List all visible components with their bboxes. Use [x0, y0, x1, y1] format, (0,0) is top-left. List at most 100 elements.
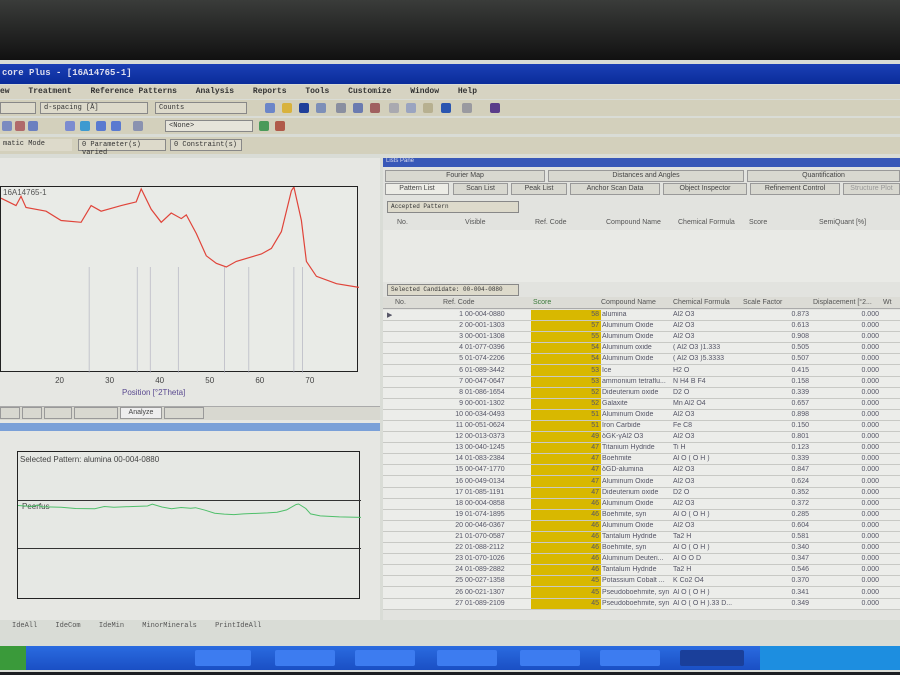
table-row[interactable]: 19 01-074-1895 46 Boehmite, syn Al O ( O H )… — [383, 510, 900, 521]
col-2[interactable]: Score — [533, 299, 551, 306]
tool-icon[interactable] — [133, 121, 143, 131]
col-ref-code[interactable]: Ref. Code — [535, 219, 567, 226]
accepted-list[interactable] — [383, 230, 900, 282]
menu-analysis[interactable]: Analysis — [196, 87, 234, 96]
tool-icon[interactable] — [15, 121, 25, 131]
tool-icon[interactable] — [80, 121, 90, 131]
scan-plot[interactable]: 16A14765-1 — [0, 186, 359, 373]
menu-view[interactable]: ew — [0, 87, 10, 96]
menu-window[interactable]: Window — [410, 87, 439, 96]
ide-com-button[interactable]: IdeCom — [55, 622, 80, 630]
table-row[interactable]: 22 01-088-2112 46 Boehmite, syn Al O ( O H )… — [383, 543, 900, 555]
taskbar-item[interactable] — [195, 650, 251, 666]
table-row[interactable]: 24 01-089-2882 46 Tantalum Hydride Ta2 H 0.54… — [383, 565, 900, 577]
taskbar-item[interactable] — [520, 650, 580, 666]
view-tab[interactable] — [74, 407, 118, 419]
save-all-icon[interactable] — [316, 103, 326, 113]
pattern-panel[interactable]: Selected Pattern: alumina 00-004-0880 Pe… — [17, 451, 361, 599]
col-formula[interactable]: Chemical Formula — [678, 219, 735, 226]
dspacing-field[interactable]: d-spacing [Å] — [40, 102, 148, 114]
col-1[interactable]: Ref. Code — [443, 299, 475, 306]
view-tab[interactable] — [164, 407, 204, 419]
table-row[interactable]: 18 00-004-0858 46 Aluminum Oxide Al2 O3 0.372… — [383, 499, 900, 510]
tab-distances-angles[interactable]: Distances and Angles — [548, 170, 744, 182]
ide-min-button[interactable]: IdeMin — [99, 622, 124, 630]
tab-anchor-scan-data[interactable]: Anchor Scan Data — [570, 183, 660, 195]
tab-fourier-map[interactable]: Fourier Map — [385, 170, 545, 182]
tool-icon[interactable] — [111, 121, 121, 131]
start-button[interactable] — [0, 646, 26, 670]
print-icon[interactable] — [336, 103, 346, 113]
minor-minerals-button[interactable]: MinorMinerals — [142, 622, 197, 630]
col-score[interactable]: Score — [749, 219, 767, 226]
taskbar-item[interactable] — [275, 650, 335, 666]
tool-icon[interactable] — [96, 121, 106, 131]
table-row[interactable]: 5 01-074-2206 54 Aluminum Oxide ( Al2 O3 )5.… — [383, 354, 900, 366]
redo-icon[interactable] — [462, 103, 472, 113]
mode-select[interactable]: matic Mode — [0, 139, 72, 151]
preview-icon[interactable] — [353, 103, 363, 113]
open-icon[interactable] — [282, 103, 292, 113]
table-row[interactable]: 17 01-085-1191 47 Dideuterium oxide D2 O 0.35… — [383, 488, 900, 499]
col-visible[interactable]: Visible — [465, 219, 486, 226]
table-row[interactable]: 7 00-047-0647 53 ammonium tetraflu... N H4 B… — [383, 377, 900, 388]
table-row[interactable]: 25 00-027-1358 45 Potassium Cobalt ... K Co2… — [383, 576, 900, 588]
view-tab[interactable] — [44, 407, 72, 419]
table-row[interactable]: 10 00-034-0493 51 Aluminum Oxide Al2 O3 0.898… — [383, 410, 900, 421]
paste-icon[interactable] — [423, 103, 433, 113]
tool-icon[interactable] — [259, 121, 269, 131]
taskbar-item[interactable] — [355, 650, 415, 666]
table-row[interactable]: 14 01-083-2384 47 Boehmite Al O ( O H ) 0.339… — [383, 454, 900, 466]
tab-object-inspector[interactable]: Object Inspector — [663, 183, 747, 195]
tab-refinement-control[interactable]: Refinement Control — [750, 183, 840, 195]
table-row[interactable]: 8 01-086-1654 52 Dideuterium oxide D2 O 0.339… — [383, 388, 900, 399]
tab-scan-list[interactable]: Scan List — [453, 183, 508, 195]
col-no[interactable]: No. — [397, 219, 408, 226]
table-row[interactable]: 3 00-001-1308 55 Aluminum Oxide Al2 O3 0.908 0… — [383, 332, 900, 344]
table-row[interactable]: 23 01-070-1026 46 Aluminum Deuteri... Al O O… — [383, 554, 900, 566]
tool-icon[interactable] — [2, 121, 12, 131]
taskbar-item-active[interactable] — [680, 650, 744, 666]
tab-quantification[interactable]: Quantification — [747, 170, 900, 182]
table-row[interactable]: 15 00-047-1770 47 δGD-alumina Al2 O3 0.847 0.0… — [383, 465, 900, 477]
table-row[interactable]: 20 00-046-0367 46 Aluminum Oxide Al2 O3 0.604… — [383, 521, 900, 532]
col-4[interactable]: Chemical Formula — [673, 299, 730, 306]
table-row[interactable]: 16 00-049-0134 47 Aluminum Oxide Al2 O3 0.624… — [383, 477, 900, 488]
ide-all-button[interactable]: IdeAll — [12, 622, 37, 630]
table-row[interactable]: 2 00-001-1303 57 Aluminum Oxide Al2 O3 0.613 0… — [383, 321, 900, 333]
tab-analyze[interactable]: Analyze — [120, 407, 162, 419]
view-tab[interactable] — [0, 407, 20, 419]
new-icon[interactable] — [265, 103, 275, 113]
table-row[interactable]: 12 00-013-0373 49 δGK-γAl2 O3 Al2 O3 0.801 0.0… — [383, 432, 900, 444]
table-row[interactable]: 11 00-051-0624 51 Iron Carbide Fe C8 0.150 0.0… — [383, 421, 900, 432]
col-7[interactable]: Wt — [883, 299, 892, 306]
cut-icon[interactable] — [389, 103, 399, 113]
menu-reports[interactable]: Reports — [253, 87, 287, 96]
menu-treatment[interactable]: Treatment — [28, 87, 71, 96]
report-icon[interactable] — [370, 103, 380, 113]
pattern-select[interactable]: <None> — [165, 120, 253, 132]
col-3[interactable]: Compound Name — [601, 299, 656, 306]
print-ide-all-button[interactable]: PrintIdeAll — [215, 622, 261, 630]
table-row[interactable]: 4 01-077-0396 54 Aluminum oxide ( Al2 O3 )1.… — [383, 343, 900, 355]
tab-pattern-list[interactable]: Pattern List — [385, 183, 449, 195]
taskbar-item[interactable] — [600, 650, 660, 666]
taskbar-item[interactable] — [437, 650, 497, 666]
counts-field[interactable]: Counts — [155, 102, 247, 114]
table-row[interactable]: 9 00-001-1302 52 Galaxite Mn Al2 O4 0.657 0.00… — [383, 399, 900, 410]
tool-icon[interactable] — [28, 121, 38, 131]
tool-icon[interactable] — [65, 121, 75, 131]
col-0[interactable]: No. — [395, 299, 406, 306]
view-tab[interactable] — [22, 407, 42, 419]
menu-customize[interactable]: Customize — [348, 87, 391, 96]
col-compound[interactable]: Compound Name — [606, 219, 661, 226]
col-5[interactable]: Scale Factor — [743, 299, 782, 306]
col-6[interactable]: Displacement [°2... — [813, 299, 872, 306]
table-row[interactable]: 27 01-089-2109 45 Pseudoboehmite, syn Al O (… — [383, 599, 900, 610]
menu-help[interactable]: Help — [458, 87, 477, 96]
window-icon[interactable] — [490, 103, 500, 113]
save-icon[interactable] — [299, 103, 309, 113]
menu-tools[interactable]: Tools — [305, 87, 329, 96]
table-row[interactable]: 26 00-021-1307 45 Pseudoboehmite, syn Al O (… — [383, 588, 900, 599]
menu-reference-patterns[interactable]: Reference Patterns — [90, 87, 176, 96]
